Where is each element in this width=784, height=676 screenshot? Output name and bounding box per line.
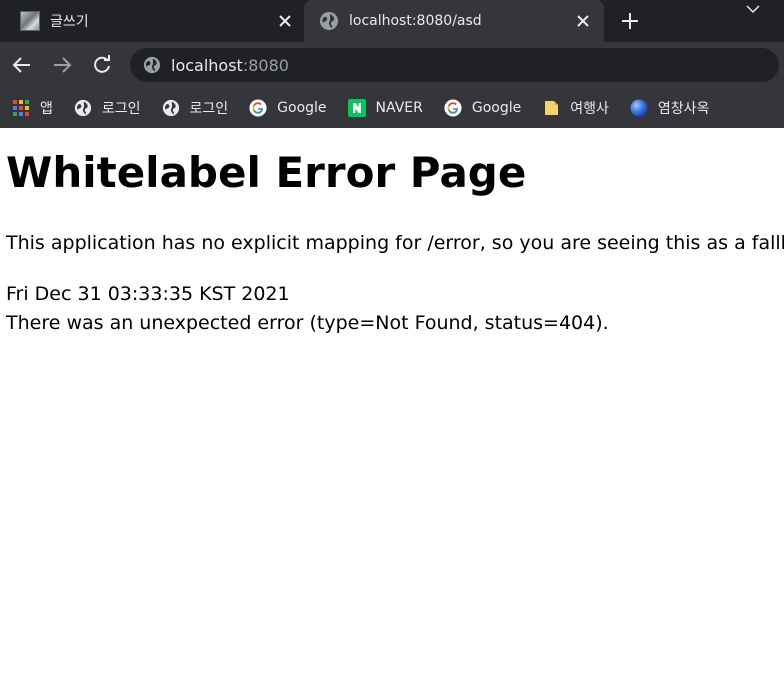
globe-icon [74, 99, 91, 117]
bookmark-login-1[interactable]: 로그인 [74, 98, 141, 118]
globe-icon [320, 12, 338, 30]
bookmark-login-2[interactable]: 로그인 [162, 98, 229, 118]
apps-grid-icon [13, 100, 29, 116]
bookmark-naver[interactable]: NAVER [347, 99, 423, 117]
google-icon [444, 99, 462, 117]
address-bar[interactable]: localhost:8080 [130, 48, 779, 82]
new-tab-plus-icon[interactable] [620, 11, 640, 31]
reload-icon[interactable] [91, 54, 113, 76]
tab-title: localhost:8080/asd [349, 13, 482, 29]
chevron-down-icon[interactable] [745, 3, 761, 15]
browser-chrome: 글쓰기 localhost:8080/asd localhost:8080 앱… [0, 0, 784, 128]
page-title: Whitelabel Error Page [6, 148, 527, 197]
google-icon [249, 99, 267, 117]
bookmark-apps[interactable]: 앱 [12, 98, 53, 118]
bookmark-label: 로그인 [101, 101, 141, 117]
thumbnail-image-icon [20, 11, 40, 31]
bookmark-label: 앱 [40, 101, 53, 117]
bookmark-label: 여행사 [570, 101, 609, 117]
close-icon[interactable] [277, 13, 293, 29]
tab-strip: 글쓰기 localhost:8080/asd [0, 0, 784, 42]
error-description: This application has no explicit mapping… [6, 232, 784, 254]
bookmark-travel-folder[interactable]: 여행사 [542, 98, 609, 118]
back-arrow-icon[interactable] [11, 54, 33, 76]
error-message: There was an unexpected error (type=Not … [6, 312, 609, 334]
error-timestamp: Fri Dec 31 03:33:35 KST 2021 [6, 283, 290, 305]
toolbar: localhost:8080 [0, 42, 784, 88]
globe-icon [162, 99, 179, 117]
naver-icon [347, 99, 366, 117]
forward-arrow-icon[interactable] [51, 54, 73, 76]
page-content: Whitelabel Error Page This application h… [0, 128, 784, 676]
tab-title: 글쓰기 [50, 14, 89, 30]
close-icon[interactable] [575, 13, 591, 29]
blue-sphere-icon [630, 99, 648, 117]
url-host: localhost [171, 55, 243, 75]
bookmark-label: 로그인 [189, 101, 229, 117]
url-port: :8080 [242, 55, 289, 75]
bookmarks-bar: 앱 로그인 로그인 Google NAVER Google 여행사 염창사옥 [0, 88, 784, 128]
bookmark-label: Google [277, 100, 327, 116]
tab-write[interactable]: 글쓰기 [0, 0, 302, 42]
bookmark-label: Google [471, 100, 522, 116]
bookmark-google-2[interactable]: Google [444, 99, 521, 117]
bookmark-label: 염창사옥 [657, 101, 710, 117]
bookmark-label: NAVER [375, 100, 423, 116]
bookmark-google-1[interactable]: Google [249, 99, 327, 117]
folder-icon [545, 101, 559, 115]
tab-localhost[interactable]: localhost:8080/asd [304, 0, 604, 42]
bookmark-yeomchang[interactable]: 염창사옥 [630, 98, 710, 118]
site-info-globe-icon[interactable] [143, 56, 161, 74]
